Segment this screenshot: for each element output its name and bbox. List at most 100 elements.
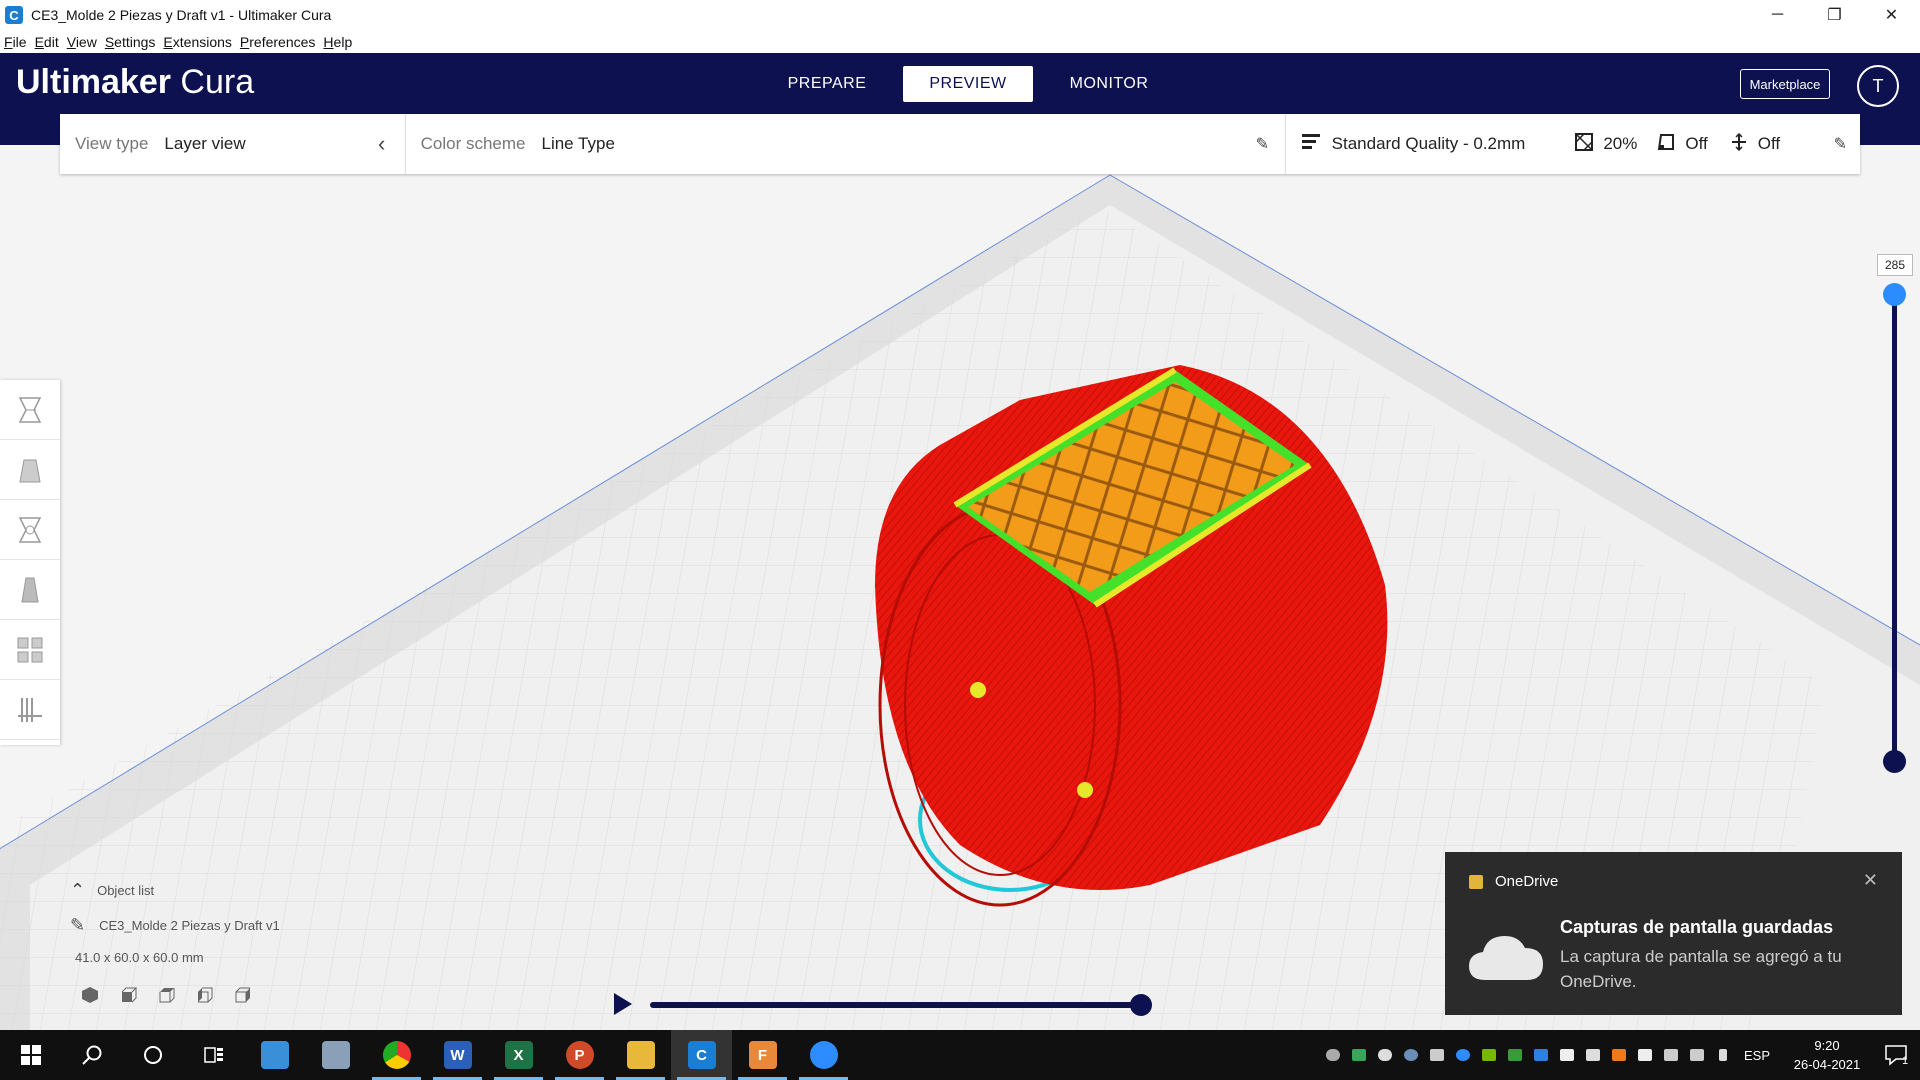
print-model xyxy=(875,365,1388,907)
zoom-tray-icon[interactable] xyxy=(1450,1030,1476,1080)
menu-help[interactable]: Help xyxy=(319,34,356,50)
adhesion-value: Off xyxy=(1757,134,1781,153)
window-title-bar: C CE3_Molde 2 Piezas y Draft v1 - Ultima… xyxy=(0,0,1920,30)
action-center-button[interactable]: 1 xyxy=(1872,1043,1920,1067)
notification-body: La captura de pantalla se agregó a tu On… xyxy=(1560,947,1842,991)
mirror-tool-button[interactable] xyxy=(0,560,60,620)
display-tray-icon[interactable] xyxy=(1580,1030,1606,1080)
support-icon xyxy=(1657,133,1675,156)
restore-button[interactable]: ❐ xyxy=(1806,0,1863,30)
clock-date: 26-04-2021 xyxy=(1793,1057,1861,1072)
battery-icon[interactable] xyxy=(1632,1030,1658,1080)
account-avatar[interactable]: T xyxy=(1857,65,1899,107)
avast-tray-icon[interactable] xyxy=(1606,1030,1632,1080)
layer-slider-track xyxy=(1892,294,1897,764)
fusion-icon: F xyxy=(748,1041,777,1069)
move-tool-button[interactable] xyxy=(0,380,60,440)
link-tray-icon[interactable] xyxy=(1320,1030,1346,1080)
microphone-icon[interactable] xyxy=(1710,1030,1736,1080)
taskbar-word[interactable]: W xyxy=(427,1030,488,1080)
menu-preferences[interactable]: Preferences xyxy=(236,34,320,50)
file-explorer-icon xyxy=(626,1041,655,1069)
taskbar-fusion[interactable]: F xyxy=(732,1030,793,1080)
discord-tray-icon[interactable] xyxy=(1424,1030,1450,1080)
view-left-icon[interactable] xyxy=(194,985,214,1005)
menu-file[interactable]: File xyxy=(0,34,31,50)
pencil-icon[interactable]: ✎ xyxy=(70,915,85,936)
print-settings-selector[interactable]: Standard Quality - 0.2mm 20% Off Off ✎ xyxy=(1286,114,1860,174)
scale-icon xyxy=(19,459,41,482)
task-view-icon xyxy=(203,1047,223,1063)
search-button[interactable] xyxy=(61,1030,122,1080)
system-tray: ESP 9:20 26-04-2021 1 xyxy=(1320,1030,1920,1080)
scale-tool-button[interactable] xyxy=(0,440,60,500)
color-scheme-selector[interactable]: Color scheme Line Type ✎ xyxy=(406,114,1285,174)
windows-logo-icon xyxy=(20,1045,41,1065)
menu-settings[interactable]: Settings xyxy=(101,34,160,50)
timeline-handle[interactable] xyxy=(1130,994,1152,1016)
wifi-icon[interactable] xyxy=(1658,1030,1684,1080)
taskbar-control-panel[interactable] xyxy=(244,1030,305,1080)
layer-number-input[interactable]: 285 xyxy=(1877,254,1913,276)
powerpoint-icon: P xyxy=(565,1041,594,1069)
taskbar-chrome[interactable] xyxy=(366,1030,427,1080)
taskbar-zoom[interactable] xyxy=(793,1030,854,1080)
layer-slider[interactable]: 285 xyxy=(1870,250,1920,780)
task-view-button[interactable] xyxy=(183,1030,244,1080)
brand-logo: Ultimaker Cura xyxy=(16,63,255,101)
pencil-icon[interactable]: ✎ xyxy=(1256,134,1269,154)
windows-taskbar: W X P C F ESP 9:20 26-04-2021 1 xyxy=(0,1030,1920,1080)
menu-edit[interactable]: Edit xyxy=(31,34,63,50)
object-list-toggle[interactable]: ⌃ Object list xyxy=(70,880,350,901)
view-right-icon[interactable] xyxy=(232,985,252,1005)
bluetooth-tray-icon[interactable] xyxy=(1528,1030,1554,1080)
infill-value: 20% xyxy=(1603,134,1638,153)
onedrive-notification[interactable]: OneDrive ✕ Capturas de pantalla guardada… xyxy=(1445,852,1902,1015)
nvidia-tray-icon[interactable] xyxy=(1476,1030,1502,1080)
view-settings-bar: View type Layer view ‹ Color scheme Line… xyxy=(60,114,1860,174)
taskbar-system-app[interactable] xyxy=(305,1030,366,1080)
chrome-icon xyxy=(382,1041,411,1069)
view-front-icon[interactable] xyxy=(118,985,138,1005)
cortana-button[interactable] xyxy=(122,1030,183,1080)
view-type-selector[interactable]: View type Layer view ‹ xyxy=(60,114,405,174)
cloud-icon xyxy=(1467,930,1545,987)
tab-monitor[interactable]: MONITOR xyxy=(1039,66,1179,102)
adhesion-icon xyxy=(1730,132,1748,156)
green-app-tray-icon[interactable] xyxy=(1502,1030,1528,1080)
view-top-icon[interactable] xyxy=(156,985,176,1005)
taskbar-powerpoint[interactable]: P xyxy=(549,1030,610,1080)
layer-slider-lower-handle[interactable] xyxy=(1883,750,1906,773)
color-scheme-label: Color scheme xyxy=(420,134,526,153)
close-icon[interactable]: ✕ xyxy=(1863,870,1878,891)
timeline-track[interactable] xyxy=(650,1002,1150,1008)
menu-view[interactable]: View xyxy=(63,34,101,50)
per-model-settings-button[interactable] xyxy=(0,620,60,680)
minimize-button[interactable]: ─ xyxy=(1749,0,1806,30)
support-blocker-button[interactable] xyxy=(0,680,60,740)
steam-tray-icon[interactable] xyxy=(1398,1030,1424,1080)
menu-extensions[interactable]: Extensions xyxy=(159,34,236,50)
notification-app-name: OneDrive xyxy=(1495,873,1559,890)
onedrive-app-icon xyxy=(1469,874,1483,889)
start-button[interactable] xyxy=(0,1030,61,1080)
pencil-icon[interactable]: ✎ xyxy=(1834,134,1847,154)
tab-preview[interactable]: PREVIEW xyxy=(903,66,1033,102)
language-indicator[interactable]: ESP xyxy=(1744,1048,1770,1063)
security-tray-icon[interactable] xyxy=(1554,1030,1580,1080)
rotate-tool-button[interactable] xyxy=(0,500,60,560)
autodesk-tray-icon[interactable] xyxy=(1346,1030,1372,1080)
onedrive-tray-icon[interactable] xyxy=(1372,1030,1398,1080)
layer-slider-upper-handle[interactable] xyxy=(1883,283,1906,306)
tab-prepare[interactable]: PREPARE xyxy=(757,66,897,102)
quality-icon xyxy=(1301,133,1320,156)
taskbar-cura[interactable]: C xyxy=(671,1030,732,1080)
marketplace-button[interactable]: Marketplace xyxy=(1740,69,1830,99)
clock[interactable]: 9:20 26-04-2021 xyxy=(1782,1036,1872,1074)
volume-icon[interactable] xyxy=(1684,1030,1710,1080)
view-3d-icon[interactable] xyxy=(80,985,100,1005)
taskbar-excel[interactable]: X xyxy=(488,1030,549,1080)
play-icon[interactable] xyxy=(614,993,632,1015)
close-button[interactable]: ✕ xyxy=(1863,0,1920,30)
taskbar-file-explorer[interactable] xyxy=(610,1030,671,1080)
